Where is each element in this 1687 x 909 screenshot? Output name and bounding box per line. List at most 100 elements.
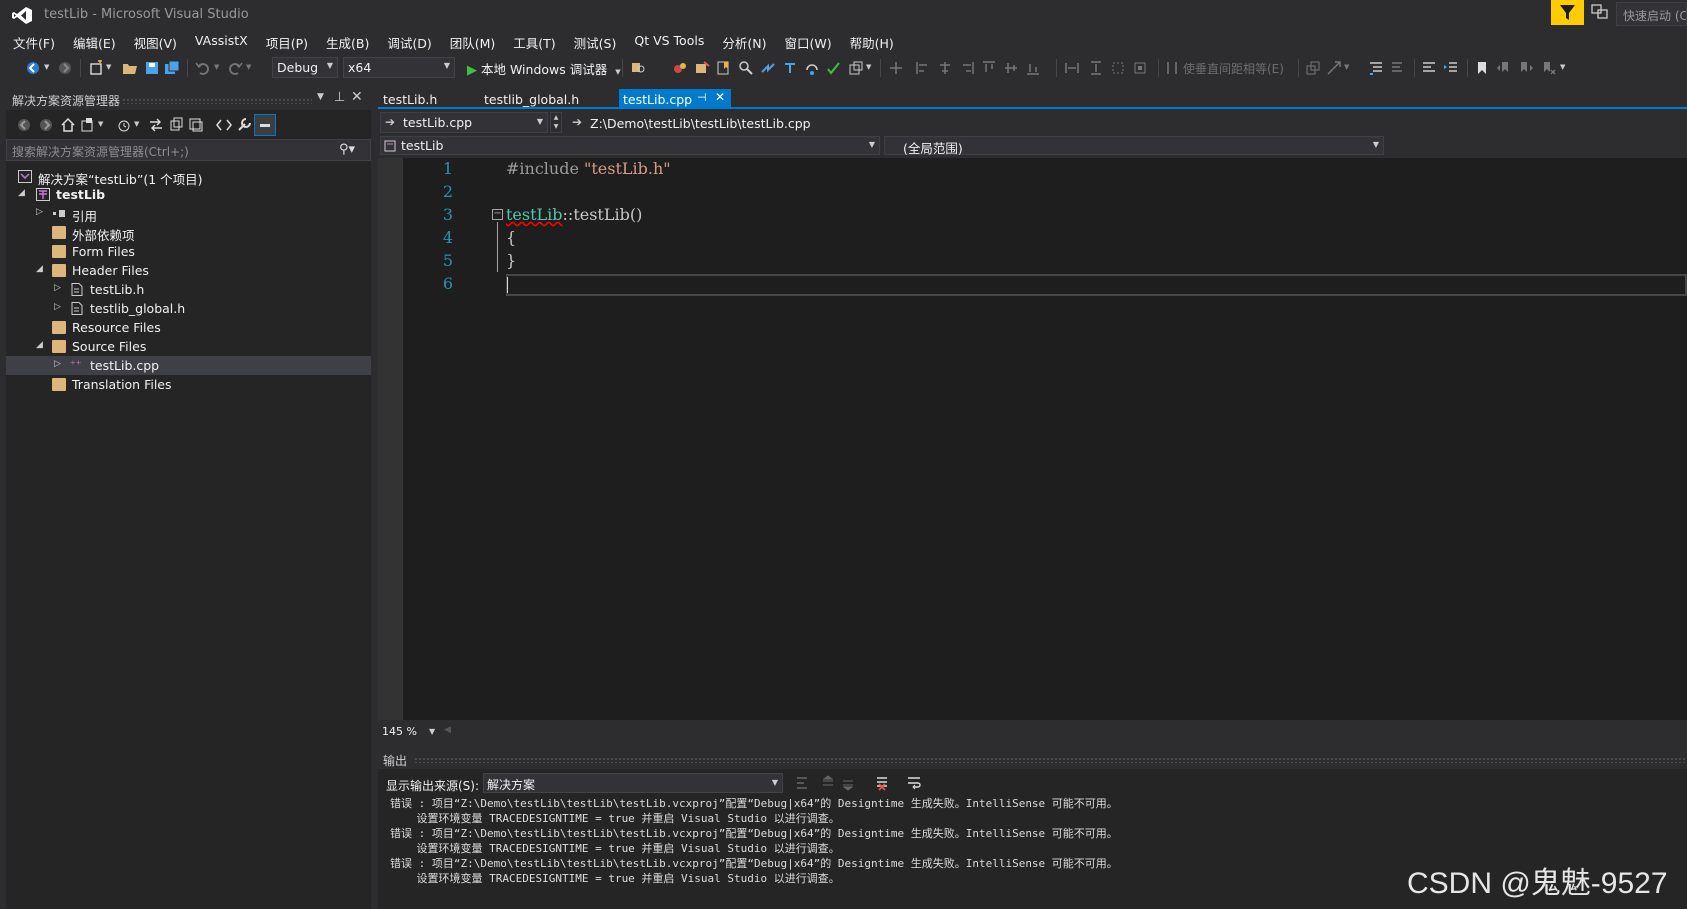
format-document-icon[interactable] — [1443, 60, 1459, 76]
size-to-grid-icon[interactable] — [1110, 60, 1126, 76]
notification-filter-icon[interactable] — [1551, 0, 1584, 25]
views-dropdown-icon[interactable]: ▼ — [98, 120, 103, 128]
tab-testlib-global-h[interactable]: testlib_global.h — [480, 89, 583, 109]
menu-view[interactable]: 视图(V) — [125, 30, 186, 52]
expand-icon[interactable]: ▷ — [54, 302, 61, 312]
chevron-down-icon[interactable]: ▼ — [317, 92, 324, 102]
menu-qt-vs-tools[interactable]: Qt VS Tools — [625, 30, 713, 52]
undo-dropdown-icon[interactable]: ▼ — [214, 63, 219, 71]
menu-team[interactable]: 团队(M) — [441, 30, 505, 52]
toggle-word-wrap-icon[interactable] — [906, 775, 922, 791]
collapse-all-icon[interactable] — [188, 117, 204, 133]
next-bookmark-icon[interactable] — [1518, 60, 1534, 76]
build-solution-icon[interactable] — [672, 60, 688, 76]
panel-grip[interactable] — [414, 757, 1687, 763]
home-icon[interactable] — [60, 117, 76, 133]
indicator-margin[interactable] — [378, 158, 403, 720]
align-left-icon[interactable] — [915, 60, 931, 76]
code-line-5[interactable]: } — [506, 251, 516, 270]
tab-order-icon[interactable] — [1305, 60, 1321, 76]
tree-item-testlib-global-h[interactable]: ▷ testlib_global.h — [6, 299, 371, 318]
align-bottom-icon[interactable] — [1025, 60, 1041, 76]
collapse-icon[interactable]: ◢ — [36, 264, 43, 274]
chevron-down-icon[interactable]: ▼ — [429, 727, 435, 736]
spell-check-icon[interactable] — [826, 60, 842, 76]
class-navigation-select[interactable]: testLib ▼ — [380, 136, 880, 155]
tree-item-form-files[interactable]: Form Files — [6, 242, 371, 261]
overflow-dropdown-icon[interactable]: ▼ — [866, 63, 871, 71]
collapse-region-icon[interactable]: − — [492, 209, 503, 220]
tab-testlib-h[interactable]: testLib.h — [379, 89, 441, 109]
tree-item-translation-files[interactable]: Translation Files — [6, 375, 371, 394]
uncomment-icon[interactable] — [1390, 60, 1406, 76]
expand-icon[interactable]: ▷ — [36, 207, 43, 217]
menu-build[interactable]: 生成(B) — [317, 30, 378, 52]
code-editor[interactable] — [378, 158, 1687, 720]
menu-edit[interactable]: 编辑(E) — [64, 30, 125, 52]
menu-debug[interactable]: 调试(D) — [378, 30, 440, 52]
expand-icon[interactable]: ▷ — [54, 359, 61, 369]
new-project-icon[interactable] — [88, 60, 104, 76]
forward-icon[interactable] — [38, 117, 54, 133]
redo-icon[interactable] — [227, 60, 243, 76]
step-into-icon[interactable] — [782, 60, 798, 76]
platform-select[interactable]: x64▼ — [343, 57, 455, 78]
code-line-1[interactable]: #include "testLib.h" — [506, 159, 671, 178]
close-icon[interactable]: ✕ — [351, 89, 363, 105]
align-right-icon[interactable] — [959, 60, 975, 76]
forward-icon[interactable] — [57, 60, 73, 76]
make-vertical-spacing-equal-label[interactable]: 使垂直间距相等(E) — [1183, 60, 1284, 77]
menu-vassistx[interactable]: VAssistX — [186, 30, 257, 52]
back-dropdown-icon[interactable]: ▼ — [44, 63, 49, 71]
zoom-level[interactable]: 145 % — [382, 725, 417, 738]
code-line-3[interactable]: testLib::testLib() — [506, 205, 642, 224]
bring-to-front-icon[interactable] — [1326, 60, 1342, 76]
nav-spin-button[interactable]: ▲▼ — [550, 112, 562, 133]
menu-window[interactable]: 窗口(W) — [775, 30, 840, 52]
make-same-width-icon[interactable] — [1064, 60, 1080, 76]
previous-bookmark-icon[interactable] — [1496, 60, 1512, 76]
tree-item-testlib-cpp[interactable]: ▷ ⁺⁺ testLib.cpp — [6, 356, 371, 375]
preview-selected-items-button[interactable] — [254, 114, 276, 136]
collapse-icon[interactable]: ◢ — [18, 188, 25, 198]
menu-project[interactable]: 项目(P) — [257, 30, 317, 52]
expand-icon[interactable]: ▷ — [54, 283, 61, 293]
find-in-files-icon[interactable] — [630, 60, 646, 76]
search-icon[interactable] — [738, 60, 754, 76]
align-center-icon[interactable] — [937, 60, 953, 76]
new-dropdown-icon[interactable]: ▼ — [106, 63, 111, 71]
attach-icon[interactable] — [694, 60, 710, 76]
tree-item-external-dependencies[interactable]: 外部依赖项 — [6, 223, 371, 242]
output-source-select[interactable]: 解决方案 ▼ — [483, 773, 783, 793]
layout-dropdown-icon[interactable]: ▼ — [1344, 63, 1349, 71]
clear-all-icon[interactable] — [874, 775, 890, 791]
redo-dropdown-icon[interactable]: ▼ — [246, 63, 251, 71]
bookmark-icon[interactable] — [1474, 60, 1490, 76]
open-file-icon[interactable] — [122, 60, 138, 76]
align-middle-icon[interactable] — [1003, 60, 1019, 76]
collapse-icon[interactable]: ◢ — [36, 340, 43, 350]
pending-changes-filter-icon[interactable] — [116, 117, 132, 133]
make-same-size-icon[interactable] — [1132, 60, 1148, 76]
save-all-icon[interactable] — [164, 60, 180, 76]
tree-item-source-files[interactable]: ◢ Source Files — [6, 337, 371, 356]
view-code-icon[interactable] — [216, 117, 232, 133]
arrows-icon[interactable] — [760, 60, 776, 76]
tab-testlib-cpp[interactable]: testLib.cpp ⊣ ✕ — [619, 89, 731, 109]
align-top-icon[interactable] — [981, 60, 997, 76]
scroll-left-icon[interactable]: ◀ — [444, 725, 451, 735]
window-layout-icon[interactable] — [848, 60, 864, 76]
comment-out-icon[interactable] — [1368, 60, 1384, 76]
close-tab-icon[interactable]: ✕ — [715, 90, 725, 104]
feedback-icon[interactable] — [1591, 4, 1609, 20]
step-over-icon[interactable] — [804, 60, 820, 76]
bookmark-window-icon[interactable] — [716, 60, 732, 76]
chevron-down-icon[interactable]: ▼ — [615, 68, 620, 76]
go-to-previous-message-icon[interactable] — [820, 775, 836, 791]
filter-dropdown-icon[interactable]: ▼ — [134, 120, 139, 128]
tree-item-resource-files[interactable]: Resource Files — [6, 318, 371, 337]
refresh-icon[interactable] — [168, 117, 184, 133]
tree-item-header-files[interactable]: ◢ Header Files — [6, 261, 371, 280]
switch-views-icon[interactable] — [80, 117, 96, 133]
undo-icon[interactable] — [195, 60, 211, 76]
